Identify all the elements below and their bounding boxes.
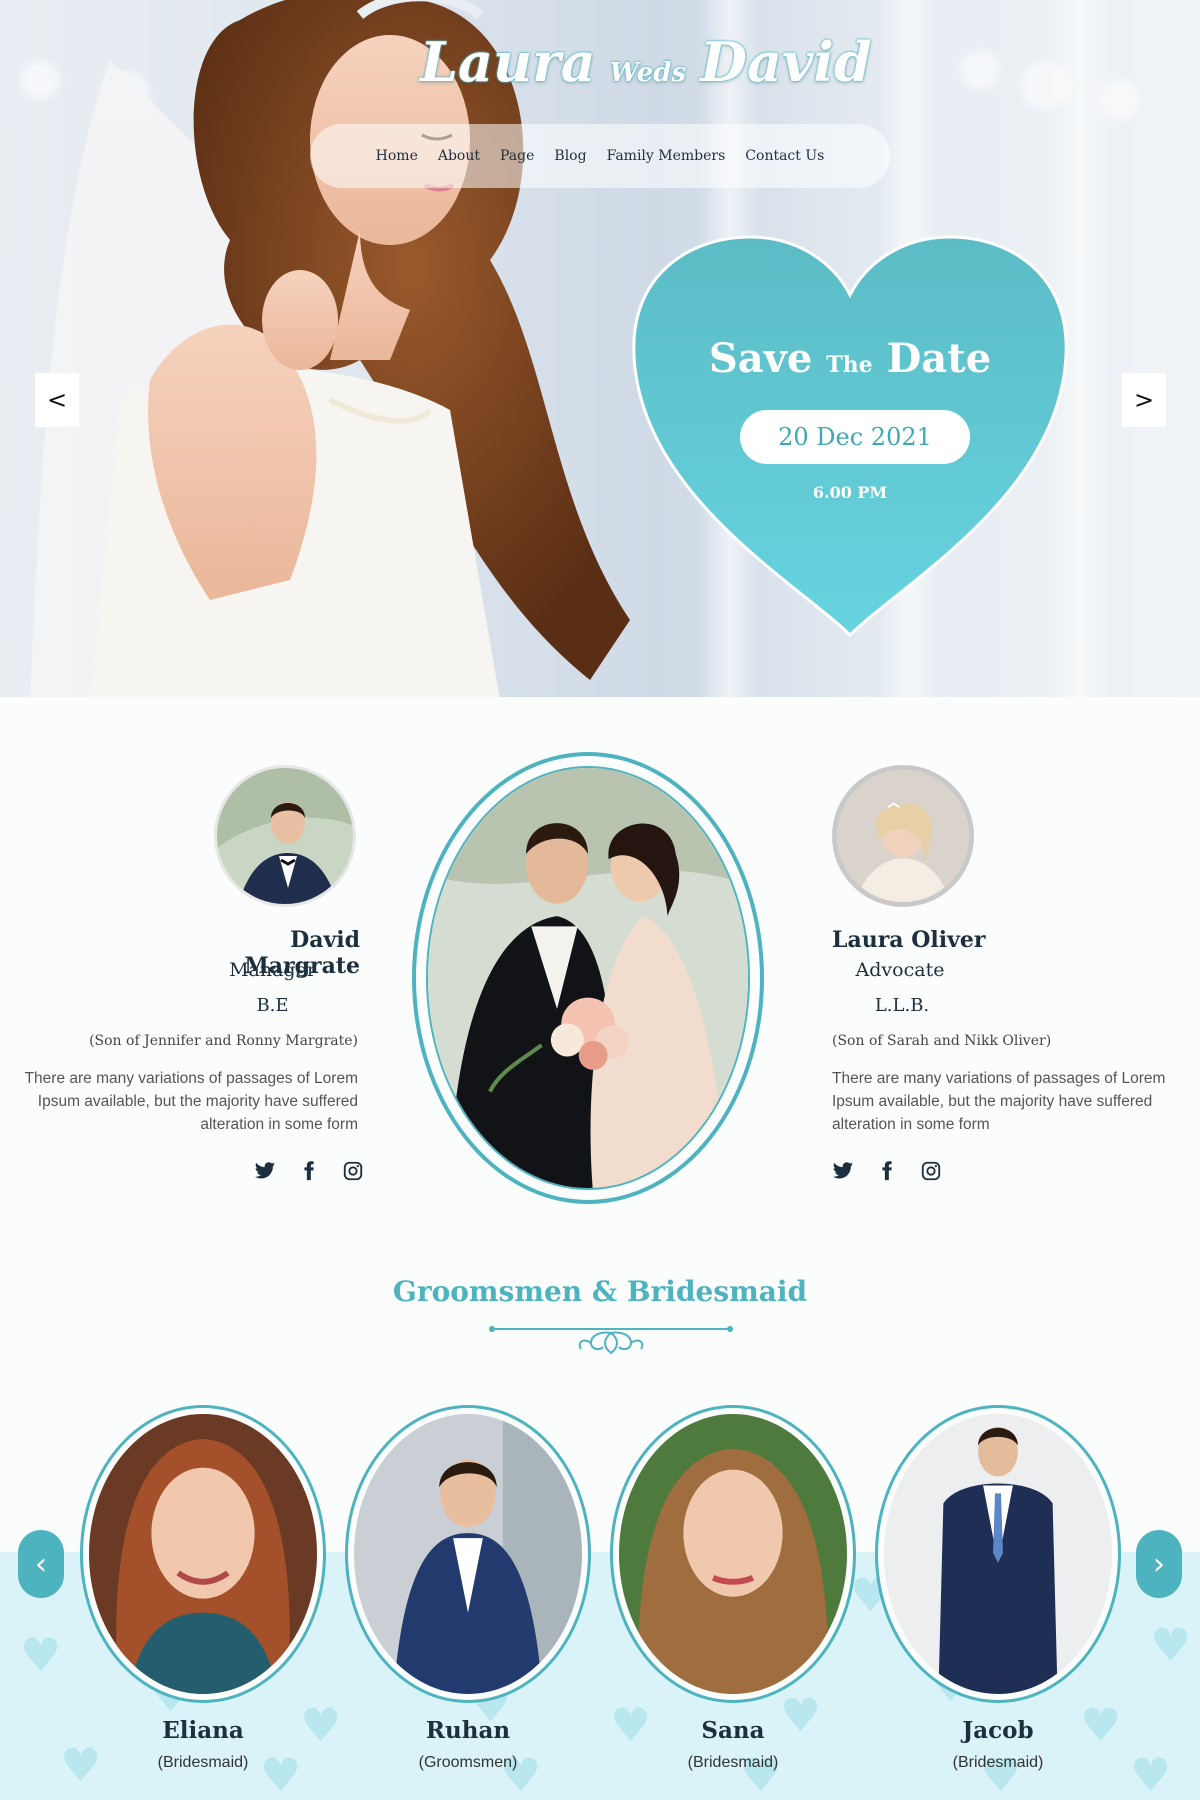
bride-photo bbox=[30, 0, 630, 697]
site-logo[interactable]: Laura Weds David bbox=[420, 30, 872, 100]
save-word: Save bbox=[708, 335, 813, 382]
member-photo-frame bbox=[875, 1405, 1121, 1703]
twitter-icon[interactable] bbox=[254, 1160, 276, 1182]
bride-role: Advocate bbox=[855, 959, 945, 981]
heart-pattern-decoration: ♥ bbox=[20, 1628, 62, 1682]
the-word: The bbox=[826, 352, 873, 378]
bride-parents: (Son of Sarah and Nikk Oliver) bbox=[832, 1033, 1052, 1049]
member-photo bbox=[354, 1414, 582, 1694]
member-name: Ruhan bbox=[425, 1717, 511, 1744]
nav-home[interactable]: Home bbox=[376, 148, 418, 164]
member-name: Eliana bbox=[162, 1717, 244, 1744]
logo-weds: Weds bbox=[609, 58, 687, 88]
groom-degree: B.E bbox=[256, 995, 289, 1016]
save-the-date-card: Save The Date 20 Dec 2021 6.00 PM bbox=[630, 235, 1070, 640]
member-photo bbox=[89, 1414, 317, 1694]
team-next-button[interactable]: › bbox=[1136, 1530, 1182, 1598]
member-card[interactable] bbox=[875, 1405, 1121, 1713]
bride-social-links bbox=[832, 1160, 942, 1182]
groomsmen-bridesmaid-section: ♥♥♥♥♥♥♥♥♥♥♥♥♥♥♥♥♥♥♥♥♥♥ Groomsmen & Bride… bbox=[0, 1237, 1200, 1800]
save-the-date-title: Save The Date bbox=[630, 335, 1070, 382]
member-photo-frame bbox=[345, 1405, 591, 1703]
member-card[interactable] bbox=[610, 1405, 856, 1713]
member-photo-frame bbox=[80, 1405, 326, 1703]
nav-page[interactable]: Page bbox=[500, 148, 534, 164]
groom-role: Manager bbox=[229, 959, 316, 981]
ornament-divider bbox=[489, 1326, 733, 1355]
team-prev-button[interactable]: ‹ bbox=[18, 1530, 64, 1598]
bokeh-light bbox=[960, 50, 1000, 90]
logo-name-right: David bbox=[700, 30, 872, 94]
main-nav: Home About Page Blog Family Members Cont… bbox=[310, 124, 890, 188]
heart-pattern-decoration: ♥ bbox=[1150, 1618, 1192, 1672]
wedding-date: 20 Dec 2021 bbox=[740, 410, 970, 464]
groom-social-links bbox=[254, 1160, 364, 1182]
member-photo bbox=[884, 1414, 1112, 1694]
groom-avatar bbox=[214, 765, 356, 907]
section-title: Groomsmen & Bridesmaid bbox=[392, 1275, 808, 1308]
member-name: Sana bbox=[701, 1717, 765, 1744]
bokeh-light bbox=[1020, 60, 1070, 110]
member-role: (Groomsmen) bbox=[418, 1754, 518, 1771]
instagram-icon[interactable] bbox=[920, 1160, 942, 1182]
groom-parents: (Son of Jennifer and Ronny Margrate) bbox=[89, 1033, 358, 1049]
member-card[interactable] bbox=[80, 1405, 326, 1713]
nav-blog[interactable]: Blog bbox=[554, 148, 586, 164]
bride-description: There are many variations of passages of… bbox=[832, 1070, 1166, 1133]
couple-photo-frame bbox=[412, 752, 764, 1204]
couple-section: David Margrate Manager B.E (Son of Jenni… bbox=[0, 697, 1200, 1237]
bride-degree: L.L.B. bbox=[874, 995, 930, 1016]
facebook-icon[interactable] bbox=[876, 1160, 898, 1182]
slider-prev-button[interactable]: < bbox=[35, 373, 79, 427]
wedding-time: 6.00 PM bbox=[812, 483, 888, 502]
member-role: (Bridesmaid) bbox=[157, 1754, 249, 1771]
bride-avatar bbox=[832, 765, 974, 907]
nav-contact-us[interactable]: Contact Us bbox=[745, 148, 824, 164]
member-role: (Bridesmaid) bbox=[952, 1754, 1044, 1771]
member-photo-frame bbox=[610, 1405, 856, 1703]
heart-pattern-decoration: ♥ bbox=[1130, 1748, 1172, 1800]
facebook-icon[interactable] bbox=[298, 1160, 320, 1182]
bride-name: Laura Oliver bbox=[832, 927, 986, 953]
member-card[interactable] bbox=[345, 1405, 591, 1713]
bokeh-light bbox=[1100, 80, 1140, 120]
member-role: (Bridesmaid) bbox=[687, 1754, 779, 1771]
member-photo bbox=[619, 1414, 847, 1694]
nav-family-members[interactable]: Family Members bbox=[607, 148, 726, 164]
member-name: Jacob bbox=[962, 1717, 1034, 1744]
date-word: Date bbox=[886, 335, 992, 382]
logo-name-left: Laura bbox=[420, 30, 596, 94]
slider-next-button[interactable]: > bbox=[1122, 373, 1166, 427]
twitter-icon[interactable] bbox=[832, 1160, 854, 1182]
hero-slider: Laura Weds David Home About Page Blog Fa… bbox=[0, 0, 1200, 697]
instagram-icon[interactable] bbox=[342, 1160, 364, 1182]
couple-photo bbox=[426, 766, 750, 1190]
nav-about[interactable]: About bbox=[438, 148, 480, 164]
wedding-page: Laura Weds David Home About Page Blog Fa… bbox=[0, 0, 1200, 1800]
groom-description: There are many variations of passages of… bbox=[24, 1070, 358, 1133]
